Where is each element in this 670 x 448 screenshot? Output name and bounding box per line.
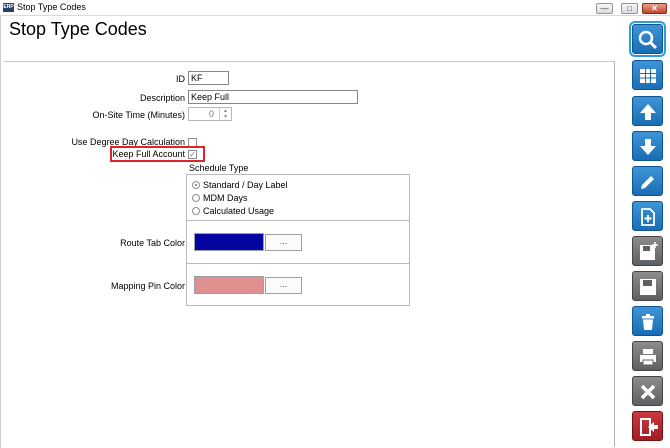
search-icon [638,30,658,50]
schedule-option-label: Standard / Day Label [203,180,288,190]
save-new-button[interactable] [632,236,663,266]
cancel-button[interactable] [632,376,663,406]
id-field[interactable]: KF [188,71,229,85]
save-icon [640,279,656,295]
window-title: Stop Type Codes [17,2,86,12]
grid-icon [640,69,656,83]
spinner-arrows-icon[interactable]: ▲ ▼ [219,108,231,120]
route-tab-color-swatch[interactable] [194,233,264,251]
schedule-type-label: Schedule Type [189,163,249,173]
divider [187,220,409,221]
new-record-button[interactable] [632,201,663,231]
move-up-button[interactable] [632,96,663,126]
route-tab-color-label: Route Tab Color [120,238,185,248]
id-label: ID [176,74,185,84]
mapping-pin-color-label: Mapping Pin Color [110,281,185,291]
exit-button[interactable] [632,411,663,441]
schedule-option-label: MDM Days [203,193,248,203]
arrow-up-icon [640,104,656,120]
print-icon [640,349,656,366]
schedule-option-calculated-usage[interactable]: Calculated Usage [192,206,274,216]
edit-button[interactable] [632,166,663,196]
print-button[interactable] [632,341,663,371]
maximize-button[interactable]: □ [621,3,638,14]
exit-icon [640,418,658,436]
radio-icon[interactable] [192,207,200,215]
mapping-pin-color-button[interactable]: ... [265,277,302,294]
schedule-option-standard[interactable]: Standard / Day Label [192,180,288,190]
onsite-time-value: 0 [208,109,214,119]
move-down-button[interactable] [632,131,663,161]
schedule-option-label: Calculated Usage [203,206,275,216]
save-button[interactable] [632,271,663,301]
onsite-time-label: On-Site Time (Minutes) [92,110,185,120]
mapping-pin-color-swatch[interactable] [194,276,264,294]
highlight-box [110,146,205,162]
title-bar: ERP Stop Type Codes — □ ✕ [0,0,670,16]
schedule-option-mdm-days[interactable]: MDM Days [192,193,248,203]
search-button[interactable] [629,21,666,57]
pencil-icon [641,176,654,189]
radio-icon[interactable] [192,194,200,202]
close-button[interactable]: ✕ [642,3,667,14]
radio-selected-icon[interactable] [192,181,200,189]
route-tab-color-button[interactable]: ... [265,234,302,251]
description-field[interactable]: Keep Full [188,90,358,104]
description-label: Description [139,93,185,103]
divider [187,263,409,264]
arrow-down-icon [640,139,656,155]
minimize-button[interactable]: — [596,3,613,14]
trash-icon [642,314,654,330]
page-title: Stop Type Codes [9,19,147,39]
grid-button[interactable] [632,60,663,90]
delete-button[interactable] [632,306,663,336]
app-icon: ERP [3,3,14,12]
cancel-icon [640,384,656,400]
new-document-icon [641,208,655,226]
onsite-time-stepper[interactable]: 0 ▲ ▼ [188,107,232,121]
window-left-edge [0,0,1,448]
save-new-icon [640,242,658,260]
